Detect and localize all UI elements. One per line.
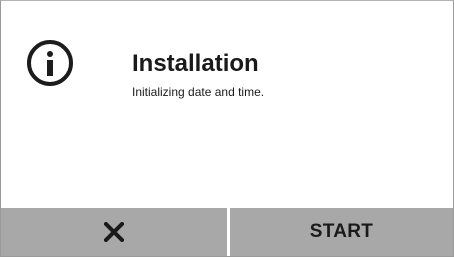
installation-screen: Installation Initializing date and time.…: [0, 0, 454, 257]
dialog-message: Initializing date and time.: [132, 85, 265, 99]
close-icon: [104, 222, 124, 242]
start-button-label: START: [309, 221, 374, 242]
dialog-title: Installation: [132, 50, 259, 77]
start-button[interactable]: START: [230, 208, 453, 256]
info-icon-dot: [47, 51, 53, 57]
button-bar: START: [1, 208, 453, 256]
info-icon-stem: [47, 60, 53, 76]
info-icon: [27, 40, 73, 86]
cancel-button[interactable]: [1, 208, 230, 256]
